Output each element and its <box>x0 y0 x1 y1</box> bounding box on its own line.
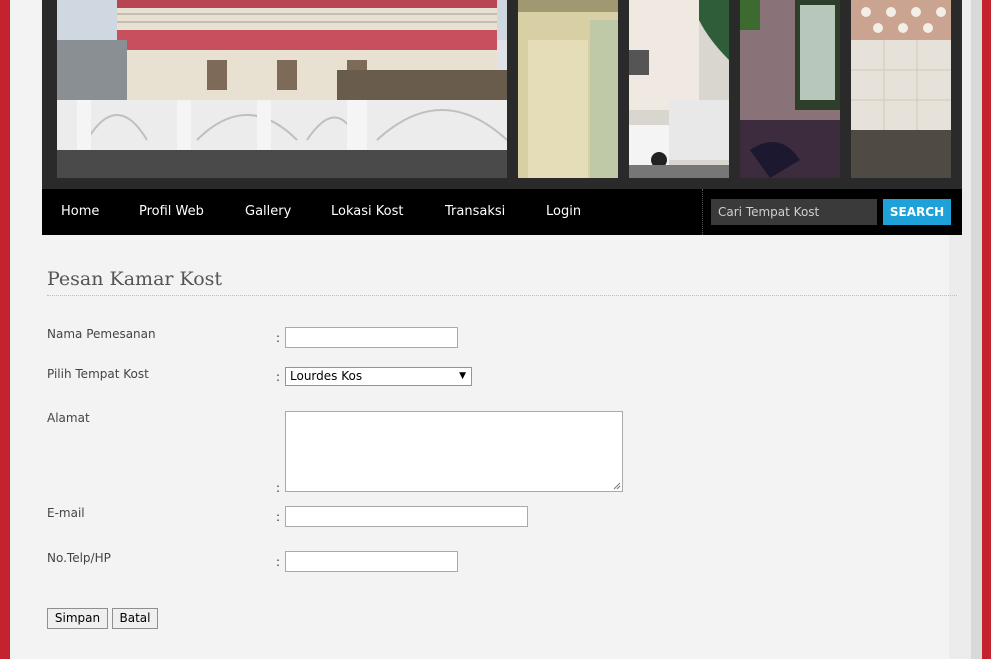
colon-alamat: : <box>276 481 281 495</box>
nav-profil-web[interactable]: Profil Web <box>139 189 204 235</box>
label-alamat: Alamat <box>47 411 90 425</box>
email-input[interactable] <box>285 506 528 527</box>
nama-pemesanan-input[interactable] <box>285 327 458 348</box>
page-title: Pesan Kamar Kost <box>47 268 957 296</box>
nav-divider <box>702 189 703 235</box>
colon-telp: : <box>276 555 281 569</box>
no-telp-input[interactable] <box>285 551 458 572</box>
resize-grip-icon[interactable] <box>613 482 621 490</box>
label-no-telp: No.Telp/HP <box>47 551 111 565</box>
banner-photo-building <box>57 0 507 178</box>
label-email: E-mail <box>47 506 85 520</box>
label-pilih-tempat-kost: Pilih Tempat Kost <box>47 367 149 381</box>
page-right-border <box>971 0 982 659</box>
tempat-kost-select[interactable]: Lourdes Kos ▼ <box>285 367 472 386</box>
banner-photo-yard <box>629 0 729 178</box>
nav-gallery[interactable]: Gallery <box>245 189 291 235</box>
nav-transaksi[interactable]: Transaksi <box>445 189 505 235</box>
label-nama-pemesanan: Nama Pemesanan <box>47 327 156 341</box>
colon-email: : <box>276 510 281 524</box>
main-nav: Home Profil Web Gallery Lokasi Kost Tran… <box>42 189 962 235</box>
colon-nama: : <box>276 331 281 345</box>
banner-photo-room-door <box>518 0 618 178</box>
banner-photo-tiles <box>851 0 951 178</box>
search-button[interactable]: SEARCH <box>883 199 951 225</box>
banner-photo-window <box>740 0 840 178</box>
header-banner <box>42 0 962 189</box>
tempat-kost-selected-value: Lourdes Kos <box>290 369 363 383</box>
nav-lokasi-kost[interactable]: Lokasi Kost <box>331 189 403 235</box>
search-input[interactable]: Cari Tempat Kost <box>711 199 877 225</box>
alamat-textarea[interactable] <box>285 411 623 492</box>
colon-tempat: : <box>276 370 281 384</box>
dropdown-arrow-icon: ▼ <box>459 371 466 381</box>
nav-login[interactable]: Login <box>546 189 581 235</box>
simpan-button[interactable]: Simpan <box>47 608 108 629</box>
nav-home[interactable]: Home <box>61 189 99 235</box>
batal-button[interactable]: Batal <box>112 608 158 629</box>
